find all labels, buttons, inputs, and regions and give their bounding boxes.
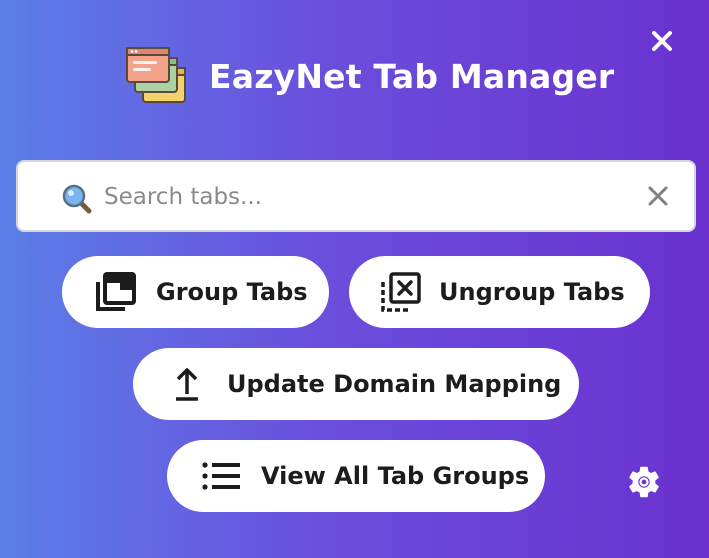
header: EazyNet Tab Manager	[125, 44, 614, 108]
search-icon	[62, 184, 92, 214]
group-tabs-label: Group Tabs	[156, 278, 308, 306]
settings-button[interactable]	[622, 460, 666, 504]
list-icon	[199, 454, 243, 498]
ungroup-tabs-icon	[379, 270, 423, 314]
view-all-tab-groups-label: View All Tab Groups	[261, 462, 530, 490]
gear-icon	[629, 466, 659, 498]
group-tabs-icon	[94, 270, 138, 314]
search-box	[16, 160, 696, 232]
clear-search-button[interactable]	[640, 178, 676, 214]
update-domain-mapping-label: Update Domain Mapping	[227, 370, 562, 398]
ungroup-tabs-label: Ungroup Tabs	[439, 278, 625, 306]
group-tabs-button[interactable]: Group Tabs	[62, 256, 329, 328]
clear-icon	[648, 186, 668, 206]
close-button[interactable]	[644, 24, 680, 58]
search-input[interactable]	[104, 176, 624, 218]
ungroup-tabs-button[interactable]: Ungroup Tabs	[349, 256, 650, 328]
update-domain-mapping-button[interactable]: Update Domain Mapping	[133, 348, 579, 420]
stacked-windows-icon	[126, 47, 186, 103]
app-title: EazyNet Tab Manager	[209, 56, 615, 96]
close-icon	[652, 31, 672, 51]
upload-icon	[165, 362, 209, 406]
view-all-tab-groups-button[interactable]: View All Tab Groups	[167, 440, 545, 512]
